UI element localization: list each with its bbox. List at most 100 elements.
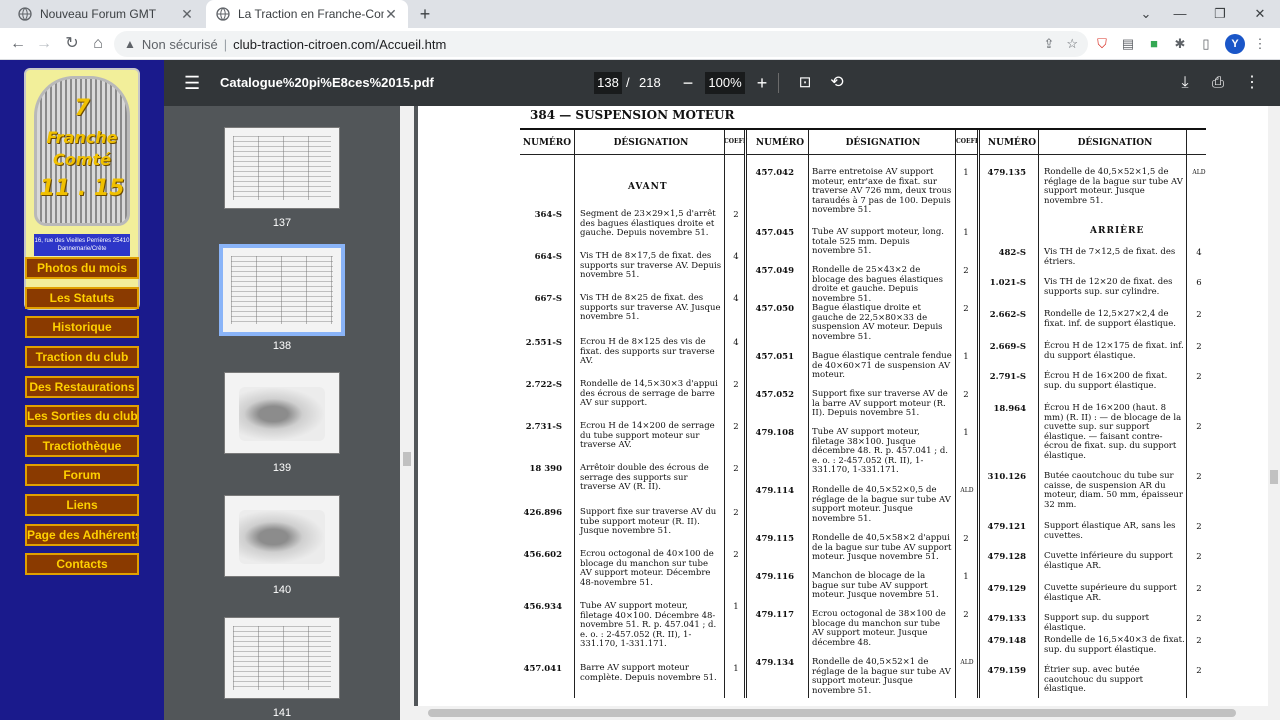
part-quantity: 2 (733, 380, 739, 390)
close-icon[interactable]: ✕ (180, 6, 194, 23)
thumbnail-scrollbar[interactable] (400, 106, 414, 720)
part-description: Support fixe sur traverse AV de la barre… (812, 389, 948, 418)
scrollbar-thumb[interactable] (428, 709, 1236, 717)
column-rule (808, 130, 809, 698)
nav-liens[interactable]: Liens (25, 494, 139, 516)
nav-adherents[interactable]: Page des Adhérents (25, 524, 139, 546)
nav-photos[interactable]: Photos du mois (25, 257, 139, 279)
header-numero: NUMÉRO (522, 138, 572, 148)
address-bar[interactable]: ▲ Non sécurisé | club-traction-citroen.c… (114, 31, 1088, 57)
part-description: Ecrou octogonal de 38×100 de blocage du … (812, 609, 946, 648)
part-number: 310.126 (987, 472, 1026, 482)
nav-historique[interactable]: Historique (25, 316, 139, 338)
thumbnail-137[interactable] (224, 127, 340, 209)
part-description: Arrêtoir double des écrous de serrage de… (580, 463, 709, 492)
header-coeff: COEFF (724, 138, 748, 145)
section-arriere: ARRIÈRE (1090, 226, 1145, 236)
part-quantity: 2 (1196, 636, 1202, 646)
print-icon[interactable]: ⎙ (1207, 72, 1229, 94)
part-description: Cuvette supérieure du support élastique … (1044, 583, 1177, 603)
close-window-icon[interactable]: ✕ (1240, 0, 1280, 28)
pdf-viewport[interactable]: 384 — SUSPENSION MOTEUR NUMÉRO DÉSIGNATI… (414, 106, 1268, 706)
page-heading: 384 — SUSPENSION MOTEUR (530, 108, 735, 122)
forward-icon[interactable]: → (32, 32, 56, 56)
download-icon[interactable]: ⤓ (1174, 72, 1196, 94)
thumbnail-139[interactable] (224, 372, 340, 454)
part-number: 457.041 (523, 664, 562, 674)
header-coeff: COEFF (956, 138, 980, 145)
part-description: Tube AV support moteur, long. totale 525… (812, 227, 944, 256)
part-number: 479.135 (987, 168, 1026, 178)
browser-menu-icon[interactable]: ⋮ (1250, 34, 1270, 54)
part-description: Rondelle de 12,5×27×2,4 de fixat. inf. d… (1044, 309, 1176, 329)
profile-avatar[interactable]: Y (1225, 34, 1245, 54)
part-quantity: 1 (963, 428, 969, 438)
nav-contacts[interactable]: Contacts (25, 553, 139, 575)
nav-restaurations[interactable]: Des Restaurations (25, 376, 139, 398)
home-icon[interactable]: ⌂ (86, 32, 110, 56)
part-description: Rondelle de 40,5×58×2 d'appui de la bagu… (812, 533, 952, 562)
rotate-icon[interactable]: ⟲ (826, 72, 848, 94)
back-icon[interactable]: ← (6, 32, 30, 56)
maximize-icon[interactable]: ❐ (1200, 0, 1240, 28)
zoom-out-icon[interactable]: − (678, 72, 698, 94)
pdf-filename: Catalogue%20pi%E8ces%2015.pdf (220, 75, 434, 90)
logo-line1: 7 (74, 96, 90, 121)
tab-title: La Traction en Franche-Comté (238, 7, 384, 21)
scrollbar-thumb[interactable] (1270, 470, 1278, 484)
share-icon[interactable]: ⇪ (1043, 36, 1054, 52)
part-number: 457.045 (755, 228, 794, 238)
fit-page-icon[interactable]: ⊡ (794, 72, 816, 94)
warning-icon[interactable]: ▲ (124, 37, 136, 51)
tab-forum-gmt[interactable]: Nouveau Forum GMT ✕ (8, 0, 204, 28)
part-quantity: 2 (1196, 372, 1202, 382)
page-scrollbar[interactable] (1268, 106, 1280, 720)
nav-forum[interactable]: Forum (25, 464, 139, 486)
reload-icon[interactable]: ↻ (60, 32, 84, 56)
page-total: 218 (639, 75, 661, 90)
part-description: Étrier sup. avec butée caoutchouc du sup… (1044, 665, 1144, 694)
minimize-icon[interactable]: — (1160, 0, 1200, 28)
extensions-puzzle-icon[interactable]: ✱ (1170, 34, 1190, 54)
nav-traction-club[interactable]: Traction du club (25, 346, 139, 368)
extension-pdf-icon[interactable]: ▤ (1118, 34, 1138, 54)
nav-statuts[interactable]: Les Statuts (25, 287, 139, 309)
scrollbar-thumb[interactable] (403, 452, 411, 466)
part-quantity: 2 (1196, 614, 1202, 624)
hamburger-menu-icon[interactable]: ☰ (184, 73, 204, 93)
part-quantity: 1 (963, 228, 969, 238)
extension-shield-icon[interactable]: ⛉ (1092, 34, 1112, 54)
side-panel-icon[interactable]: ▯ (1196, 34, 1216, 54)
zoom-input[interactable]: 100% (705, 72, 745, 94)
part-number: 482-S (998, 248, 1026, 258)
bookmark-star-icon[interactable]: ☆ (1066, 36, 1078, 52)
zoom-in-icon[interactable]: + (752, 72, 772, 94)
part-number: 479.159 (987, 666, 1026, 676)
header-designation: DÉSIGNATION (845, 138, 921, 148)
extension-color-icon[interactable]: ■ (1144, 34, 1164, 54)
part-number: 18.964 (993, 404, 1026, 414)
more-options-icon[interactable]: ⋮ (1242, 72, 1262, 94)
page-number-input[interactable]: 138 (594, 72, 622, 94)
logo-line4: 11 . 15 (39, 176, 125, 201)
tab-traction[interactable]: La Traction en Franche-Comté ✕ (206, 0, 408, 28)
part-quantity: 1 (963, 168, 969, 178)
thumbnail-138[interactable] (219, 244, 345, 336)
part-number: 479.115 (755, 534, 794, 544)
close-icon[interactable]: ✕ (384, 6, 398, 23)
nav-tractiotheque[interactable]: Tractiothèque (25, 435, 139, 457)
heading-rule (520, 128, 1206, 130)
pdf-page: 384 — SUSPENSION MOTEUR NUMÉRO DÉSIGNATI… (418, 106, 1268, 706)
horizontal-scrollbar[interactable] (400, 706, 1268, 720)
logo-address: 16, rue des Vieilles Perrières 25410 Dan… (34, 234, 130, 256)
part-quantity: 2 (1196, 666, 1202, 676)
nav-sorties[interactable]: Les Sorties du club (25, 405, 139, 427)
part-number: 456.602 (523, 550, 562, 560)
tab-strip: Nouveau Forum GMT ✕ La Traction en Franc… (0, 0, 1280, 28)
part-number: 479.128 (987, 552, 1026, 562)
new-tab-button[interactable]: + (414, 3, 436, 25)
part-description: Butée caoutchouc du tube sur caisse, de … (1044, 471, 1183, 510)
part-description: Bague élastique droite et gauche de 22,5… (812, 303, 943, 342)
thumbnail-140[interactable] (224, 495, 340, 577)
thumbnail-141[interactable] (224, 617, 340, 699)
